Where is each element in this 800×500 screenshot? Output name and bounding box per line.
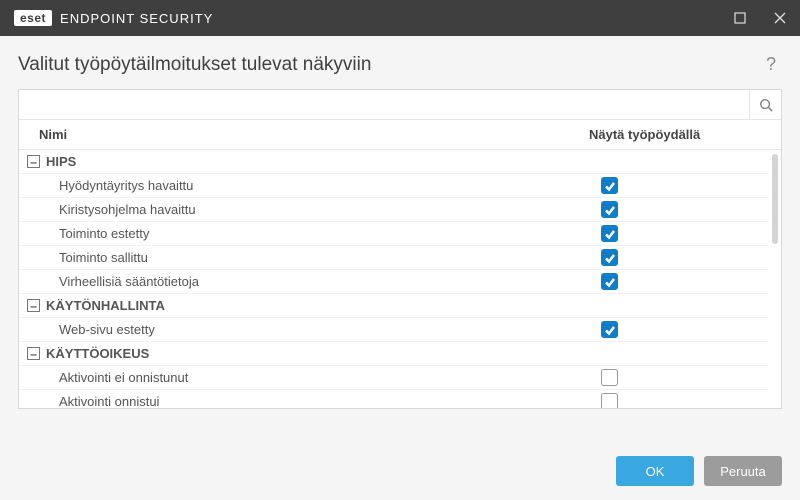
collapse-icon[interactable]: –	[27, 155, 40, 168]
search-button[interactable]	[749, 90, 781, 120]
cancel-button[interactable]: Peruuta	[704, 456, 782, 486]
table-header: Nimi Näytä työpöydällä	[19, 120, 781, 150]
item-row: Aktivointi ei onnistunut	[19, 366, 769, 390]
show-on-desktop-checkbox[interactable]	[601, 249, 618, 266]
close-icon	[774, 12, 786, 24]
item-label: Kiristysohjelma havaittu	[59, 202, 601, 217]
page-title: Valitut työpöytäilmoitukset tulevat näky…	[18, 54, 371, 76]
square-icon	[734, 12, 746, 24]
search-input[interactable]	[19, 93, 749, 116]
titlebar: eset ENDPOINT SECURITY	[0, 0, 800, 36]
item-row: Hyödyntäyritys havaittu	[19, 174, 769, 198]
item-row: Aktivointi onnistui	[19, 390, 769, 408]
item-row: Toiminto sallittu	[19, 246, 769, 270]
group-row[interactable]: –KÄYTTÖOIKEUS	[19, 342, 769, 366]
search-row	[19, 90, 781, 120]
item-row: Toiminto estetty	[19, 222, 769, 246]
show-on-desktop-checkbox[interactable]	[601, 177, 618, 194]
search-icon	[759, 98, 773, 112]
window-close-button[interactable]	[760, 0, 800, 36]
group-label: HIPS	[46, 154, 601, 169]
window-maximize-button[interactable]	[720, 0, 760, 36]
item-label: Aktivointi ei onnistunut	[59, 370, 601, 385]
collapse-icon[interactable]: –	[27, 347, 40, 360]
group-label: KÄYTTÖOIKEUS	[46, 346, 601, 361]
group-row[interactable]: –HIPS	[19, 150, 769, 174]
page-header: Valitut työpöytäilmoitukset tulevat näky…	[18, 50, 782, 79]
brand-boxed: eset	[14, 10, 52, 26]
item-label: Virheellisiä sääntötietoja	[59, 274, 601, 289]
show-on-desktop-checkbox[interactable]	[601, 369, 618, 386]
column-header-show[interactable]: Näytä työpöydällä	[589, 127, 769, 142]
vertical-scrollbar[interactable]	[772, 154, 778, 244]
item-row: Web-sivu estetty	[19, 318, 769, 342]
item-label: Web-sivu estetty	[59, 322, 601, 337]
show-on-desktop-checkbox[interactable]	[601, 321, 618, 338]
show-on-desktop-checkbox[interactable]	[601, 201, 618, 218]
item-label: Toiminto sallittu	[59, 250, 601, 265]
item-label: Aktivointi onnistui	[59, 394, 601, 408]
column-header-name[interactable]: Nimi	[19, 127, 589, 142]
group-row[interactable]: –KÄYTÖNHALLINTA	[19, 294, 769, 318]
notifications-panel: Nimi Näytä työpöydällä –HIPSHyödyntäyrit…	[18, 89, 782, 409]
help-button[interactable]: ?	[760, 50, 782, 79]
item-label: Hyödyntäyritys havaittu	[59, 178, 601, 193]
notifications-tree[interactable]: –HIPSHyödyntäyritys havaittuKiristysohje…	[19, 150, 781, 408]
show-on-desktop-checkbox[interactable]	[601, 273, 618, 290]
show-on-desktop-checkbox[interactable]	[601, 225, 618, 242]
item-row: Virheellisiä sääntötietoja	[19, 270, 769, 294]
collapse-icon[interactable]: –	[27, 299, 40, 312]
ok-button[interactable]: OK	[616, 456, 694, 486]
brand-rest: ENDPOINT SECURITY	[60, 11, 213, 26]
group-label: KÄYTÖNHALLINTA	[46, 298, 601, 313]
item-row: Kiristysohjelma havaittu	[19, 198, 769, 222]
footer: OK Peruuta	[18, 442, 782, 500]
item-label: Toiminto estetty	[59, 226, 601, 241]
show-on-desktop-checkbox[interactable]	[601, 393, 618, 408]
